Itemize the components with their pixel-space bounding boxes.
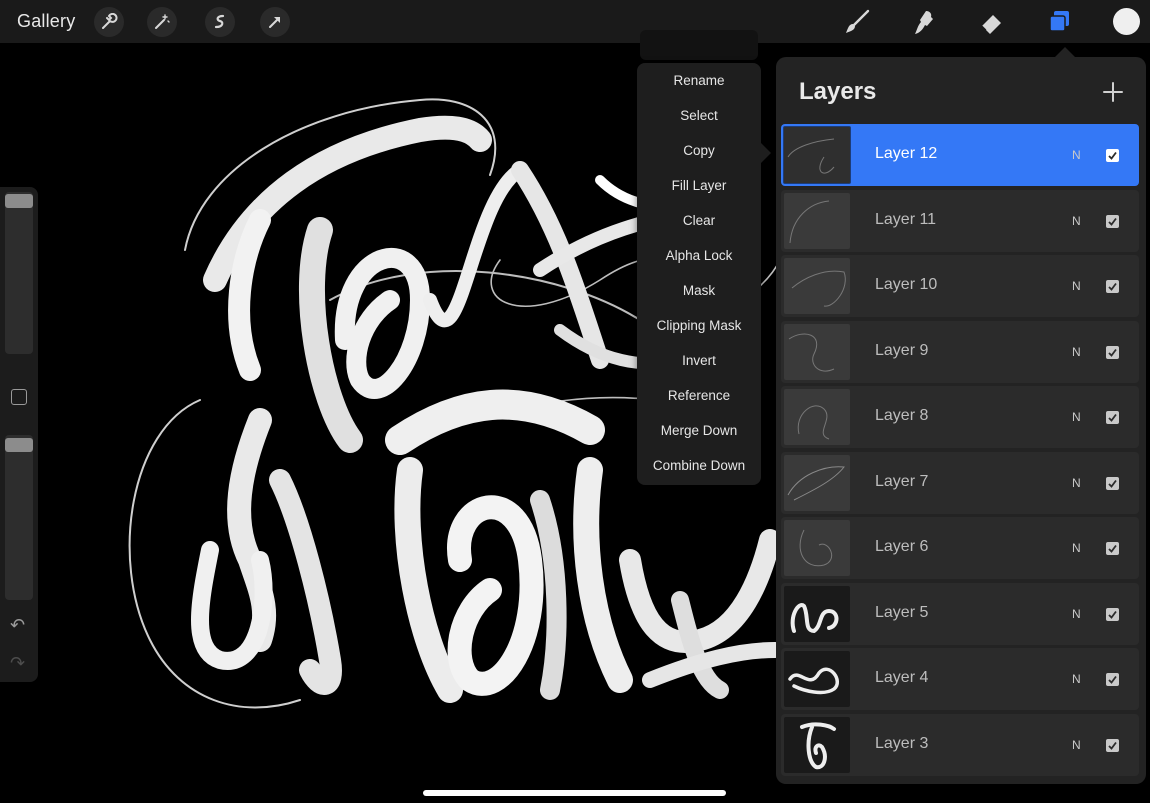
layer-row-3[interactable]: Layer 3 N [781, 714, 1139, 776]
layers-panel: Layers Layer 12 N Layer 11 N Layer 10 N [776, 57, 1146, 784]
menu-backdrop [640, 30, 758, 60]
color-picker-button[interactable] [1113, 8, 1140, 35]
undo-icon[interactable]: ↶ [10, 615, 25, 636]
visibility-checkbox[interactable] [1106, 739, 1119, 752]
blend-mode-button[interactable]: N [1072, 279, 1081, 293]
layer-name[interactable]: Layer 5 [875, 604, 928, 622]
layer-thumbnail [784, 717, 850, 773]
blend-mode-button[interactable]: N [1072, 148, 1081, 162]
layer-thumbnail [784, 455, 850, 511]
brush-size-slider[interactable] [5, 192, 33, 354]
top-toolbar: Gallery [0, 0, 1150, 43]
layer-options-menu: Rename Select Copy Fill Layer Clear Alph… [637, 63, 761, 485]
visibility-checkbox[interactable] [1106, 280, 1119, 293]
menu-item-alpha-lock[interactable]: Alpha Lock [637, 238, 761, 273]
modify-button[interactable] [11, 389, 27, 405]
menu-item-mask[interactable]: Mask [637, 273, 761, 308]
plus-icon[interactable] [1102, 81, 1124, 103]
layer-thumbnail [784, 324, 850, 380]
transform-arrow-icon[interactable] [260, 7, 290, 37]
menu-item-clipping-mask[interactable]: Clipping Mask [637, 308, 761, 343]
selection-icon[interactable] [205, 7, 235, 37]
layer-name[interactable]: Layer 8 [875, 407, 928, 425]
visibility-checkbox[interactable] [1106, 608, 1119, 621]
opacity-thumb[interactable] [5, 438, 33, 452]
layer-row-11[interactable]: Layer 11 N [781, 190, 1139, 252]
layer-row-10[interactable]: Layer 10 N [781, 255, 1139, 317]
redo-icon[interactable]: ↷ [10, 653, 25, 674]
visibility-checkbox[interactable] [1106, 346, 1119, 359]
menu-item-copy[interactable]: Copy [637, 133, 761, 168]
blend-mode-button[interactable]: N [1072, 672, 1081, 686]
magic-wand-icon[interactable] [147, 7, 177, 37]
visibility-checkbox[interactable] [1106, 411, 1119, 424]
brush-icon[interactable] [840, 5, 874, 39]
layer-thumbnail [784, 258, 850, 314]
blend-mode-button[interactable]: N [1072, 738, 1081, 752]
layer-thumbnail [784, 520, 850, 576]
layer-row-8[interactable]: Layer 8 N [781, 386, 1139, 448]
eraser-icon[interactable] [974, 5, 1008, 39]
gallery-button[interactable]: Gallery [17, 11, 75, 32]
visibility-checkbox[interactable] [1106, 149, 1119, 162]
visibility-checkbox[interactable] [1106, 542, 1119, 555]
blend-mode-button[interactable]: N [1072, 476, 1081, 490]
menu-item-clear[interactable]: Clear [637, 203, 761, 238]
layer-thumbnail [784, 389, 850, 445]
menu-item-select[interactable]: Select [637, 98, 761, 133]
menu-item-fill-layer[interactable]: Fill Layer [637, 168, 761, 203]
layer-row-7[interactable]: Layer 7 N [781, 452, 1139, 514]
blend-mode-button[interactable]: N [1072, 345, 1081, 359]
visibility-checkbox[interactable] [1106, 673, 1119, 686]
visibility-checkbox[interactable] [1106, 215, 1119, 228]
menu-pointer [761, 143, 771, 163]
blend-mode-button[interactable]: N [1072, 607, 1081, 621]
menu-item-rename[interactable]: Rename [637, 63, 761, 98]
layer-name[interactable]: Layer 3 [875, 735, 928, 753]
menu-item-combine-down[interactable]: Combine Down [637, 448, 761, 483]
layer-name[interactable]: Layer 7 [875, 473, 928, 491]
layer-row-9[interactable]: Layer 9 N [781, 321, 1139, 383]
layer-name[interactable]: Layer 6 [875, 538, 928, 556]
home-indicator[interactable] [423, 790, 726, 796]
layer-name[interactable]: Layer 12 [875, 145, 937, 163]
wrench-icon[interactable] [94, 7, 124, 37]
menu-item-merge-down[interactable]: Merge Down [637, 413, 761, 448]
visibility-checkbox[interactable] [1106, 477, 1119, 490]
layer-row-4[interactable]: Layer 4 N [781, 648, 1139, 710]
layer-row-12[interactable]: Layer 12 N [781, 124, 1139, 186]
layer-name[interactable]: Layer 4 [875, 669, 928, 687]
layers-icon[interactable] [1042, 5, 1076, 39]
layer-thumbnail [784, 651, 850, 707]
opacity-slider[interactable] [5, 435, 33, 600]
blend-mode-button[interactable]: N [1072, 410, 1081, 424]
brush-size-thumb[interactable] [5, 194, 33, 208]
layer-name[interactable]: Layer 9 [875, 342, 928, 360]
layer-thumbnail [784, 586, 850, 642]
layer-name[interactable]: Layer 11 [875, 211, 936, 229]
smudge-icon[interactable] [907, 5, 941, 39]
left-sidebar: ↶ ↷ [0, 187, 38, 682]
menu-item-invert[interactable]: Invert [637, 343, 761, 378]
layer-row-6[interactable]: Layer 6 N [781, 517, 1139, 579]
blend-mode-button[interactable]: N [1072, 214, 1081, 228]
layer-thumbnail [783, 126, 851, 184]
layer-row-5[interactable]: Layer 5 N [781, 583, 1139, 645]
layer-thumbnail [784, 193, 850, 249]
menu-item-reference[interactable]: Reference [637, 378, 761, 413]
layer-name[interactable]: Layer 10 [875, 276, 937, 294]
blend-mode-button[interactable]: N [1072, 541, 1081, 555]
panel-title: Layers [799, 78, 877, 105]
